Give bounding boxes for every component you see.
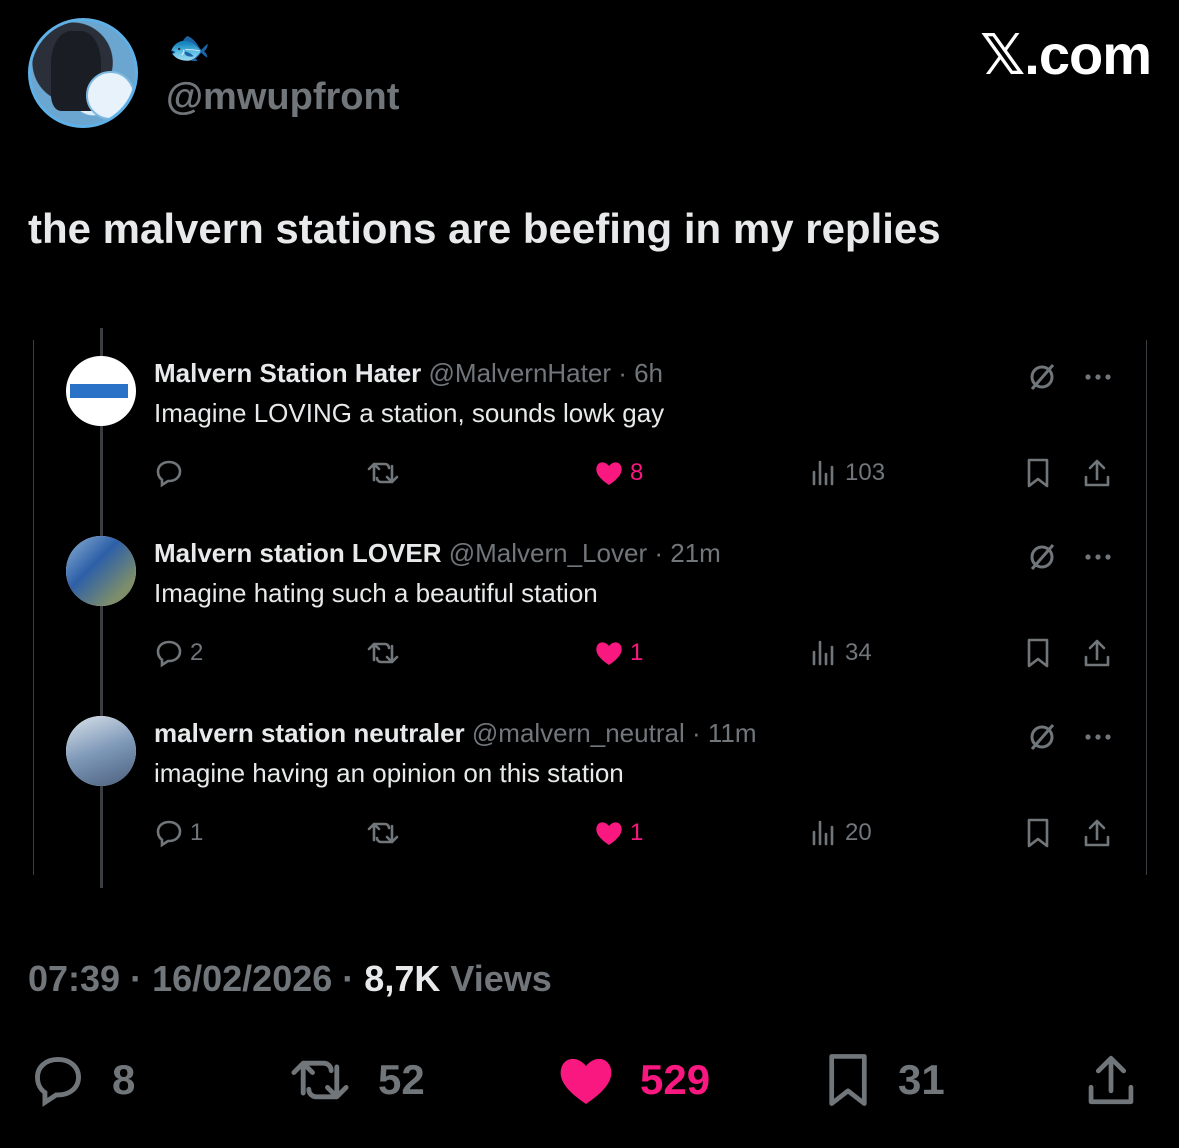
tweet-header: 🐟 @mwupfront 𝕏.com	[28, 18, 1152, 138]
reply-time: · 11m	[691, 718, 757, 748]
more-icon[interactable]	[1084, 373, 1112, 381]
reply-avatar[interactable]	[66, 356, 136, 426]
share-icon	[1084, 639, 1110, 667]
reply-count: 8	[112, 1056, 136, 1103]
reply-icon	[156, 640, 182, 668]
reply-button[interactable]: 2	[154, 636, 203, 670]
bookmark-icon	[829, 1054, 867, 1106]
views-count: 34	[845, 639, 872, 666]
tweet-actions: 8 52 529 31	[28, 1050, 1151, 1110]
more-icon[interactable]	[1084, 733, 1112, 741]
reply-header: malvern station neutraler @malvern_neutr…	[154, 718, 756, 749]
views-button[interactable]: 103	[809, 456, 885, 490]
like-count: 1	[630, 819, 644, 846]
reply-count: 1	[190, 819, 204, 846]
reply-time: · 6h	[618, 358, 664, 388]
reply-item[interactable]: Malvern station LOVER @Malvern_Lover · 2…	[34, 520, 1146, 690]
bookmark-button[interactable]	[1024, 816, 1052, 850]
reply-text: Imagine LOVING a station, sounds lowk ga…	[154, 398, 665, 428]
reply-button[interactable]: 8	[28, 1050, 135, 1110]
analytics-icon	[812, 640, 834, 666]
bookmark-icon	[1027, 458, 1049, 488]
repost-icon	[291, 1060, 349, 1100]
share-icon	[1084, 819, 1110, 847]
reply-avatar[interactable]	[66, 536, 136, 606]
grok-icon[interactable]	[1026, 541, 1058, 573]
share-button[interactable]	[1083, 1050, 1139, 1110]
reply-icon	[35, 1057, 81, 1107]
repost-icon	[367, 642, 399, 664]
repost-icon	[367, 822, 399, 844]
bookmark-button[interactable]: 31	[822, 1050, 945, 1110]
heart-icon	[560, 1058, 612, 1104]
tweet-time[interactable]: 07:39	[28, 958, 120, 999]
share-icon	[1084, 459, 1110, 487]
heart-icon	[596, 642, 622, 665]
reply-header: Malvern Station Hater @MalvernHater · 6h	[154, 358, 663, 389]
views-count: 20	[845, 819, 872, 846]
like-button[interactable]: 1	[594, 636, 643, 670]
author-display-name[interactable]: 🐟	[168, 28, 210, 68]
heart-icon	[596, 462, 622, 485]
views-button[interactable]: 20	[809, 816, 872, 850]
embedded-replies: Malvern Station Hater @MalvernHater · 6h…	[33, 328, 1147, 888]
reply-header: Malvern station LOVER @Malvern_Lover · 2…	[154, 538, 721, 569]
reply-name[interactable]: Malvern Station Hater	[154, 358, 421, 388]
reply-text: Imagine hating such a beautiful station	[154, 578, 598, 608]
analytics-icon	[812, 460, 834, 486]
reply-button[interactable]	[154, 456, 190, 490]
reply-time: · 21m	[654, 538, 721, 568]
reply-icon	[156, 460, 182, 488]
views-count: 103	[845, 459, 886, 486]
reply-item[interactable]: Malvern Station Hater @MalvernHater · 6h…	[34, 340, 1146, 510]
reply-text: imagine having an opinion on this statio…	[154, 758, 624, 788]
reply-handle[interactable]: @Malvern_Lover	[449, 538, 647, 568]
bookmark-count: 31	[898, 1056, 945, 1103]
author-avatar[interactable]	[28, 18, 138, 128]
bookmark-icon	[1027, 638, 1049, 668]
like-button[interactable]: 529	[556, 1050, 710, 1110]
more-icon[interactable]	[1084, 553, 1112, 561]
reply-avatar[interactable]	[66, 716, 136, 786]
tweet-text: the malvern stations are beefing in my r…	[28, 205, 941, 252]
repost-button[interactable]	[366, 636, 400, 670]
repost-count: 52	[378, 1056, 425, 1103]
share-icon	[1088, 1055, 1134, 1105]
like-count: 529	[640, 1056, 711, 1103]
repost-button[interactable]	[366, 816, 400, 850]
like-count: 8	[630, 459, 644, 486]
share-button[interactable]	[1082, 816, 1112, 850]
reply-icon	[156, 820, 182, 848]
grok-icon[interactable]	[1026, 361, 1058, 393]
grok-icon[interactable]	[1026, 721, 1058, 753]
reply-handle[interactable]: @MalvernHater	[429, 358, 611, 388]
bookmark-icon	[1027, 818, 1049, 848]
share-button[interactable]	[1082, 636, 1112, 670]
share-button[interactable]	[1082, 456, 1112, 490]
bookmark-button[interactable]	[1024, 456, 1052, 490]
repost-icon	[367, 462, 399, 484]
like-button[interactable]: 1	[594, 816, 643, 850]
reply-count: 2	[190, 639, 204, 666]
tweet-views-count: 8,7K	[364, 958, 441, 999]
analytics-icon	[812, 820, 834, 846]
views-button[interactable]: 34	[809, 636, 872, 670]
reply-name[interactable]: Malvern station LOVER	[154, 538, 442, 568]
bookmark-button[interactable]	[1024, 636, 1052, 670]
author-handle[interactable]: @mwupfront	[166, 76, 399, 119]
reply-handle[interactable]: @malvern_neutral	[472, 718, 685, 748]
like-count: 1	[630, 639, 644, 666]
heart-icon	[596, 822, 622, 845]
like-button[interactable]: 8	[594, 456, 643, 490]
reply-item[interactable]: malvern station neutraler @malvern_neutr…	[34, 700, 1146, 870]
reply-name[interactable]: malvern station neutraler	[154, 718, 465, 748]
tweet-timestamp: 07:39 · 16/02/2026 · 8,7K Views	[28, 958, 552, 999]
tweet-views-label: Views	[450, 958, 552, 999]
repost-button[interactable]: 52	[286, 1050, 425, 1110]
tweet-date[interactable]: 16/02/2026	[152, 958, 332, 999]
repost-button[interactable]	[366, 456, 400, 490]
reply-button[interactable]: 1	[154, 816, 203, 850]
x-logo: 𝕏.com	[980, 23, 1152, 86]
